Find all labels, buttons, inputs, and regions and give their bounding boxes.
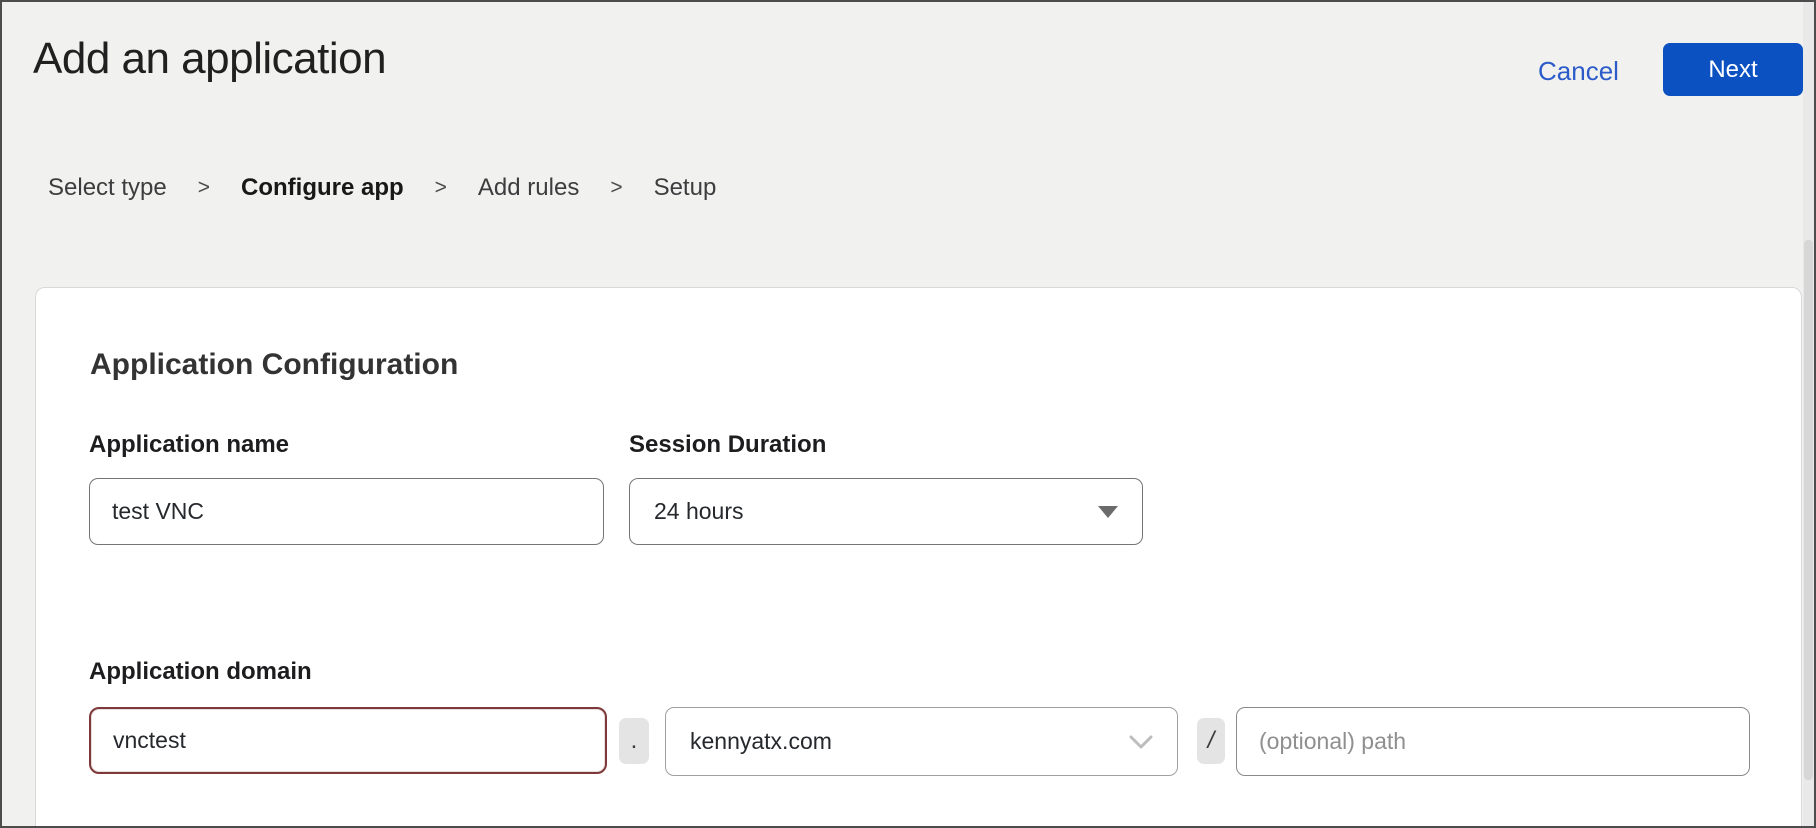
scrollbar[interactable] <box>1803 2 1814 826</box>
breadcrumb: Select type > Configure app > Add rules … <box>48 174 716 202</box>
dot-separator: . <box>619 718 649 764</box>
breadcrumb-step-select-type[interactable]: Select type <box>48 174 167 202</box>
application-name-input[interactable] <box>89 478 604 545</box>
subdomain-input[interactable] <box>89 707 607 774</box>
breadcrumb-step-add-rules[interactable]: Add rules <box>478 174 579 202</box>
add-application-page: Add an application Cancel Next Select ty… <box>0 0 1816 828</box>
card-heading: Application Configuration <box>90 348 458 382</box>
application-name-label: Application name <box>89 431 289 459</box>
breadcrumb-step-setup[interactable]: Setup <box>654 174 717 202</box>
cancel-button[interactable]: Cancel <box>1538 56 1619 87</box>
breadcrumb-separator: > <box>610 176 622 200</box>
breadcrumb-separator: > <box>435 176 447 200</box>
session-duration-value: 24 hours <box>654 498 744 525</box>
path-input[interactable] <box>1236 707 1750 776</box>
next-button[interactable]: Next <box>1663 43 1803 96</box>
slash-separator: / <box>1197 718 1225 764</box>
chevron-down-icon <box>1129 735 1153 749</box>
domain-select[interactable]: kennyatx.com <box>665 707 1178 776</box>
breadcrumb-step-configure-app[interactable]: Configure app <box>241 174 404 202</box>
domain-select-value: kennyatx.com <box>690 728 832 755</box>
scrollbar-thumb[interactable] <box>1804 240 1813 780</box>
dropdown-caret-icon <box>1098 506 1118 518</box>
session-duration-label: Session Duration <box>629 431 826 459</box>
session-duration-select[interactable]: 24 hours <box>629 478 1143 545</box>
application-domain-label: Application domain <box>89 658 312 686</box>
breadcrumb-separator: > <box>198 176 210 200</box>
page-title: Add an application <box>33 34 386 84</box>
application-configuration-card: Application Configuration Application na… <box>35 287 1802 828</box>
